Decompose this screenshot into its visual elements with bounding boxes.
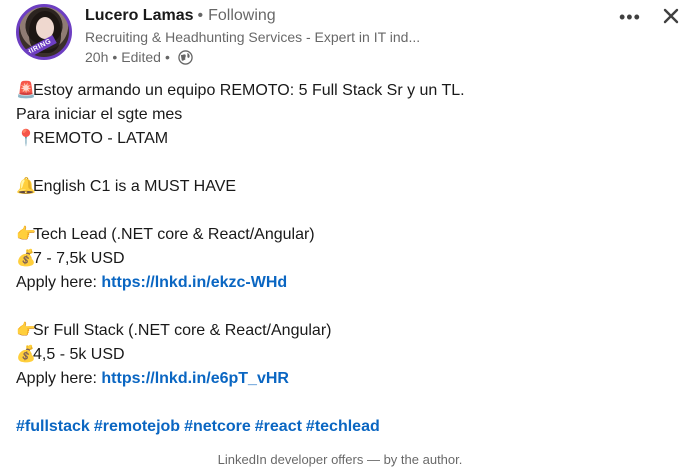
hashtag-techlead[interactable]: #techlead	[306, 418, 380, 435]
post-line-3-text: REMOTO - LATAM	[33, 130, 169, 147]
role1-salary: 7 - 7,5k USD	[33, 250, 125, 267]
role2-apply-line: Apply here: https://lnkd.in/e6pT_vHR	[16, 367, 656, 391]
post-time: 20h	[85, 49, 109, 65]
author-name[interactable]: Lucero Lamas	[85, 7, 193, 24]
follow-status[interactable]: Following	[208, 7, 276, 24]
edited-label: Edited	[121, 49, 161, 65]
role2-title-line: 👉Sr Full Stack (.NET core & React/Angula…	[16, 319, 656, 343]
hashtag-remotejob[interactable]: #remotejob	[94, 418, 180, 435]
post-line-2: Para iniciar el sgte mes	[16, 103, 656, 127]
bell-icon: 🔔	[16, 178, 36, 195]
post-line-1: 🚨Estoy armando un equipo REMOTO: 5 Full …	[16, 79, 656, 103]
hashtag-fullstack[interactable]: #fullstack	[16, 418, 90, 435]
post-header: #HIRING Lucero Lamas • Following Recruitin…	[16, 4, 679, 70]
author-avatar[interactable]: #HIRING	[16, 4, 72, 60]
role1-apply-label: Apply here:	[16, 274, 102, 291]
role1-title: Tech Lead (.NET core & React/Angular)	[33, 226, 315, 243]
meta-separator-2: •	[164, 49, 170, 65]
role1-apply-link[interactable]: https://lnkd.in/ekzc-WHd	[101, 274, 287, 291]
siren-icon: 🚨	[16, 82, 36, 99]
role1-salary-line: 💰7 - 7,5k USD	[16, 247, 656, 271]
author-headline: Recruiting & Headhunting Services - Expe…	[85, 29, 421, 45]
pointing-hand-icon: 👉	[16, 322, 36, 339]
hashtag-netcore[interactable]: #netcore	[184, 418, 251, 435]
pin-icon: 📍	[16, 130, 36, 147]
post-meta: 20h • Edited •	[85, 49, 193, 65]
footer-caption: LinkedIn developer offers — by the autho…	[217, 452, 463, 467]
post-line-3: 📍REMOTO - LATAM	[16, 127, 656, 151]
money-bag-icon: 💰	[16, 250, 36, 267]
post-line-4: 🔔English C1 is a MUST HAVE	[16, 175, 656, 199]
meta-separator-1: •	[112, 49, 118, 65]
money-bag-icon: 💰	[16, 346, 36, 363]
role1-apply-line: Apply here: https://lnkd.in/ekzc-WHd	[16, 271, 656, 295]
close-icon[interactable]	[661, 6, 680, 26]
hashtag-react[interactable]: #react	[255, 418, 302, 435]
role2-apply-link[interactable]: https://lnkd.in/e6pT_vHR	[101, 370, 289, 387]
author-name-line: Lucero Lamas • Following	[85, 7, 276, 25]
role1-title-line: 👉Tech Lead (.NET core & React/Angular)	[16, 223, 656, 247]
post-line-4-text: English C1 is a MUST HAVE	[33, 178, 237, 195]
post-line-1-text: Estoy armando un equipo REMOTO: 5 Full S…	[33, 82, 465, 99]
post-body: 🚨Estoy armando un equipo REMOTO: 5 Full …	[16, 79, 656, 439]
role2-salary-line: 💰4,5 - 5k USD	[16, 343, 656, 367]
hashtag-line: #fullstack #remotejob #netcore #react #techl…	[16, 415, 656, 439]
more-icon[interactable]: •••	[619, 8, 641, 26]
pointing-hand-icon: 👉	[16, 226, 36, 243]
name-separator: •	[197, 7, 204, 24]
globe-icon	[178, 49, 193, 65]
role2-salary: 4,5 - 5k USD	[33, 346, 125, 363]
post-line-2-text: Para iniciar el sgte mes	[16, 106, 183, 123]
role2-apply-label: Apply here:	[16, 370, 102, 387]
role2-title: Sr Full Stack (.NET core & React/Angular…	[33, 322, 332, 339]
